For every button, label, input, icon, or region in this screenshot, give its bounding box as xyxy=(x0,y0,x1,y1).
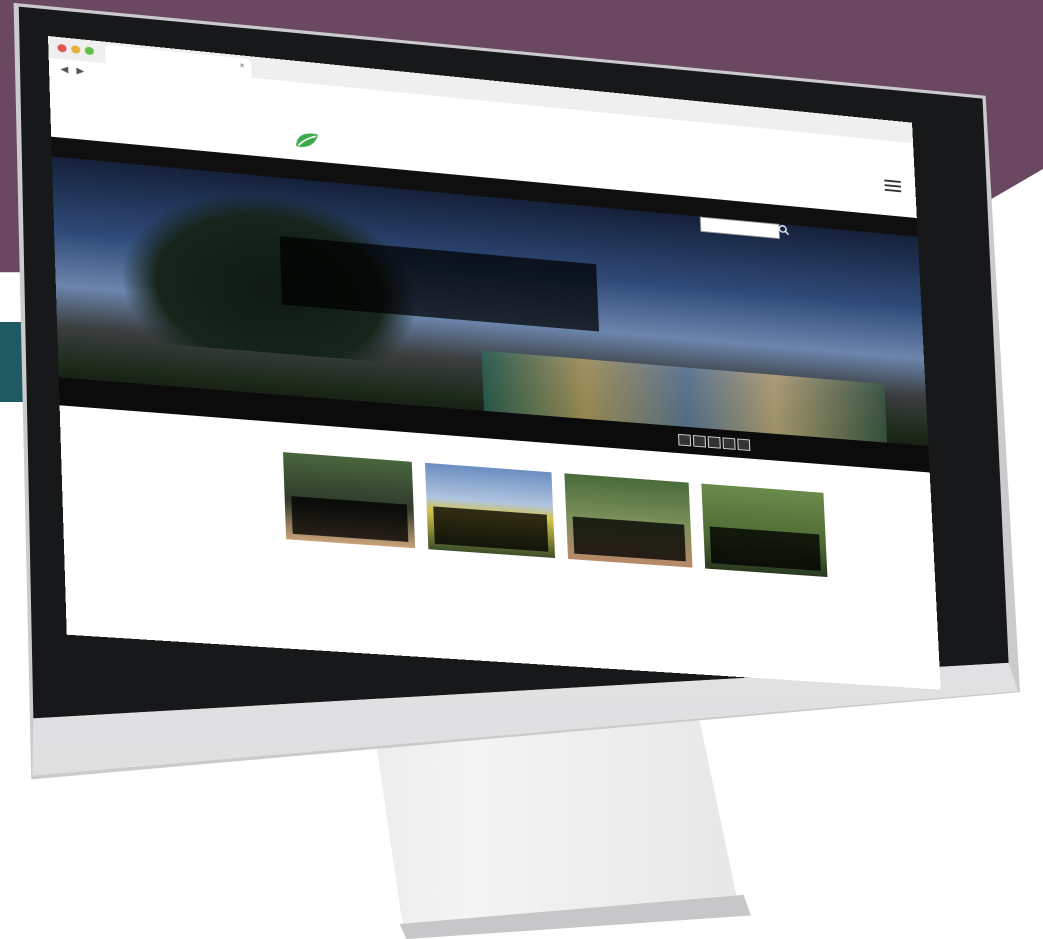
green-leaf-logo-icon xyxy=(291,128,323,152)
story-summary xyxy=(573,567,689,575)
hamburger-menu-icon[interactable] xyxy=(884,179,902,193)
back-arrow-icon[interactable]: ◀ xyxy=(60,64,68,76)
story-overlay xyxy=(433,506,549,552)
search-icon[interactable] xyxy=(777,224,790,237)
story-summary xyxy=(710,577,824,585)
slide-dot[interactable] xyxy=(692,435,707,448)
story-overlay xyxy=(709,526,821,571)
site-logo[interactable] xyxy=(275,109,339,160)
story-overlay-subtitle xyxy=(438,526,543,533)
slide-dot[interactable] xyxy=(737,438,751,451)
minimize-window-button[interactable] xyxy=(71,45,81,54)
forward-arrow-icon[interactable]: ▶ xyxy=(76,65,84,77)
story-card[interactable] xyxy=(564,473,698,677)
story-card[interactable] xyxy=(283,452,420,659)
maximize-window-button[interactable] xyxy=(84,46,95,56)
story-card[interactable] xyxy=(701,483,833,685)
story-summary xyxy=(433,557,551,565)
story-summary xyxy=(291,548,411,556)
story-overlay-subtitle xyxy=(578,536,681,543)
slide-dot[interactable] xyxy=(677,433,692,447)
story-overlay xyxy=(572,516,686,562)
story-overlay-subtitle xyxy=(296,516,403,524)
close-window-button[interactable] xyxy=(57,43,67,53)
slide-dot[interactable] xyxy=(722,437,736,450)
story-overlay-subtitle xyxy=(715,546,816,553)
logo-text xyxy=(275,115,337,121)
tab-close-icon[interactable]: × xyxy=(239,61,245,70)
monitor-screen: × ◀ ▶ xyxy=(48,36,941,690)
slide-dot[interactable] xyxy=(707,436,721,449)
caption-text xyxy=(292,262,587,288)
story-card[interactable] xyxy=(424,462,560,668)
caption-text xyxy=(292,276,587,302)
